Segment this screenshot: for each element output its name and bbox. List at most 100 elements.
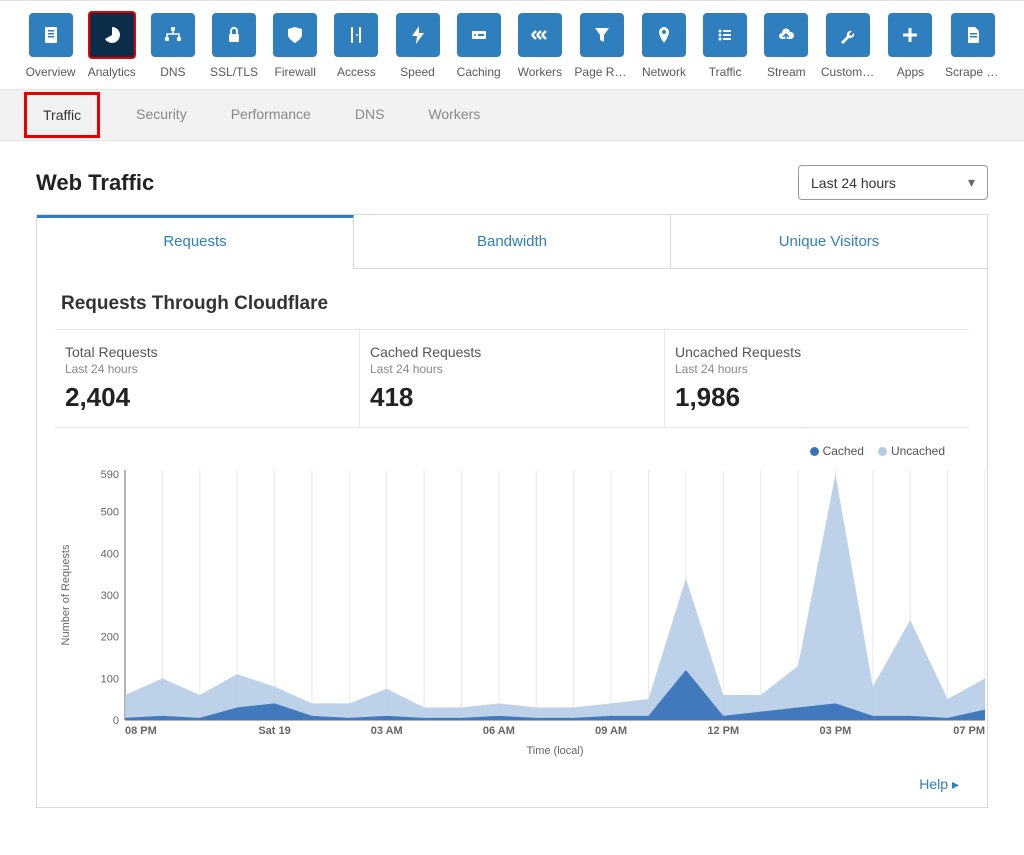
legend-label: Cached: [823, 444, 864, 458]
topnav-label: Analytics: [88, 65, 136, 79]
svg-text:07 PM: 07 PM: [953, 725, 985, 737]
page-title: Web Traffic: [36, 170, 154, 196]
legend-label: Uncached: [891, 444, 945, 458]
cloud-icon: [764, 13, 808, 57]
sitemap-icon: [151, 13, 195, 57]
topnav-item-workers[interactable]: Workers: [513, 13, 566, 79]
subnav-item-performance[interactable]: Performance: [223, 90, 319, 140]
svg-text:Sat 19: Sat 19: [258, 725, 290, 737]
svg-text:Time (local): Time (local): [526, 745, 583, 757]
stat-label: Total Requests: [65, 344, 359, 360]
lock-icon: [212, 13, 256, 57]
time-range-value: Last 24 hours: [811, 175, 896, 191]
subnav-item-workers[interactable]: Workers: [420, 90, 488, 140]
stats-row: Total RequestsLast 24 hours2,404Cached R…: [55, 329, 969, 428]
svg-text:100: 100: [101, 673, 119, 685]
topnav-label: Access: [337, 65, 376, 79]
panel-title: Requests Through Cloudflare: [61, 293, 969, 315]
plus-icon: [888, 13, 932, 57]
topnav-item-analytics[interactable]: Analytics: [85, 13, 138, 79]
tab-requests[interactable]: Requests: [37, 215, 354, 269]
topnav-label: Page Rules: [574, 65, 629, 79]
svg-text:09 AM: 09 AM: [595, 725, 627, 737]
topnav-item-access[interactable]: Access: [330, 13, 383, 79]
svg-text:12 PM: 12 PM: [707, 725, 739, 737]
svg-text:03 AM: 03 AM: [371, 725, 403, 737]
tab-bandwidth[interactable]: Bandwidth: [354, 215, 671, 269]
topnav-label: Overview: [26, 65, 76, 79]
topnav-item-stream[interactable]: Stream: [760, 13, 813, 79]
stat-value: 1,986: [675, 382, 969, 413]
stat-block: Total Requests Last 24 hours 2,404: [55, 330, 360, 427]
svg-text:0: 0: [113, 715, 119, 727]
wrench-icon: [826, 13, 870, 57]
topnav-item-scrape-shi-[interactable]: Scrape Shi...: [945, 13, 1000, 79]
svg-text:400: 400: [101, 548, 119, 560]
topnav-label: Traffic: [709, 65, 742, 79]
doc-icon: [951, 13, 995, 57]
shield-icon: [273, 13, 317, 57]
topnav-label: SSL/TLS: [210, 65, 258, 79]
svg-text:08 PM: 08 PM: [125, 725, 157, 737]
topnav-label: Firewall: [275, 65, 316, 79]
topnav-label: DNS: [160, 65, 185, 79]
topnav-item-caching[interactable]: Caching: [452, 13, 505, 79]
svg-text:590: 590: [101, 469, 119, 481]
chart-container: Cached Uncached 0 100 200 300 400 500 590 08 PM S…: [55, 438, 969, 760]
stat-sublabel: Last 24 hours: [370, 362, 664, 376]
requests-panel: Requests Through Cloudflare Total Reques…: [36, 269, 988, 808]
topnav-item-page-rules[interactable]: Page Rules: [574, 13, 629, 79]
legend-dot-icon: [810, 447, 819, 456]
topnav-item-firewall[interactable]: Firewall: [269, 13, 322, 79]
topnav-label: Workers: [518, 65, 562, 79]
topnav-item-speed[interactable]: Speed: [391, 13, 444, 79]
clipboard-icon: [29, 13, 73, 57]
help-link[interactable]: Help ▸: [919, 776, 959, 792]
svg-text:Number of Requests: Number of Requests: [60, 544, 72, 645]
topnav-label: Network: [642, 65, 686, 79]
subnav-item-traffic[interactable]: Traffic: [24, 92, 100, 138]
subnav-item-dns[interactable]: DNS: [347, 90, 393, 140]
door-icon: [334, 13, 378, 57]
topnav-label: Stream: [767, 65, 806, 79]
bolt-icon: [396, 13, 440, 57]
chevron-down-icon: ▾: [968, 174, 975, 191]
svg-text:06 AM: 06 AM: [483, 725, 515, 737]
topnav-item-traffic[interactable]: Traffic: [699, 13, 752, 79]
stat-value: 2,404: [65, 382, 359, 413]
subnav-item-security[interactable]: Security: [128, 90, 195, 140]
topnav-item-dns[interactable]: DNS: [146, 13, 199, 79]
time-range-select[interactable]: Last 24 hours ▾: [798, 165, 988, 200]
list-icon: [703, 13, 747, 57]
stat-sublabel: Last 24 hours: [675, 362, 969, 376]
svg-text:300: 300: [101, 590, 119, 602]
chevron-right-icon: ▸: [952, 776, 959, 792]
topnav-item-apps[interactable]: Apps: [884, 13, 937, 79]
funnel-icon: [580, 13, 624, 57]
top-nav: Overview Analytics DNS SSL/TLS Firewall Acces…: [0, 0, 1024, 79]
stat-block: Cached Requests Last 24 hours 418: [360, 330, 665, 427]
svg-text:200: 200: [101, 632, 119, 644]
topnav-item-network[interactable]: Network: [637, 13, 690, 79]
topnav-label: Caching: [457, 65, 501, 79]
drive-icon: [457, 13, 501, 57]
stat-block: Uncached Requests Last 24 hours 1,986: [665, 330, 969, 427]
topnav-item-custom-pa-[interactable]: Custom Pa...: [821, 13, 876, 79]
topnav-label: Speed: [400, 65, 435, 79]
chart-legend: Cached Uncached: [55, 438, 969, 460]
pie-icon: [88, 11, 136, 59]
topnav-label: Scrape Shi...: [945, 65, 1000, 79]
tab-unique-visitors[interactable]: Unique Visitors: [671, 215, 987, 269]
pin-icon: [642, 13, 686, 57]
chevrons-icon: [518, 13, 562, 57]
svg-text:03 PM: 03 PM: [820, 725, 852, 737]
stat-label: Cached Requests: [370, 344, 664, 360]
stat-sublabel: Last 24 hours: [65, 362, 359, 376]
topnav-item-overview[interactable]: Overview: [24, 13, 77, 79]
stat-label: Uncached Requests: [675, 344, 969, 360]
stat-value: 418: [370, 382, 664, 413]
svg-text:500: 500: [101, 507, 119, 519]
metric-tabs: RequestsBandwidthUnique Visitors: [36, 214, 988, 269]
topnav-item-ssl-tls[interactable]: SSL/TLS: [207, 13, 260, 79]
topnav-label: Custom Pa...: [821, 65, 876, 79]
